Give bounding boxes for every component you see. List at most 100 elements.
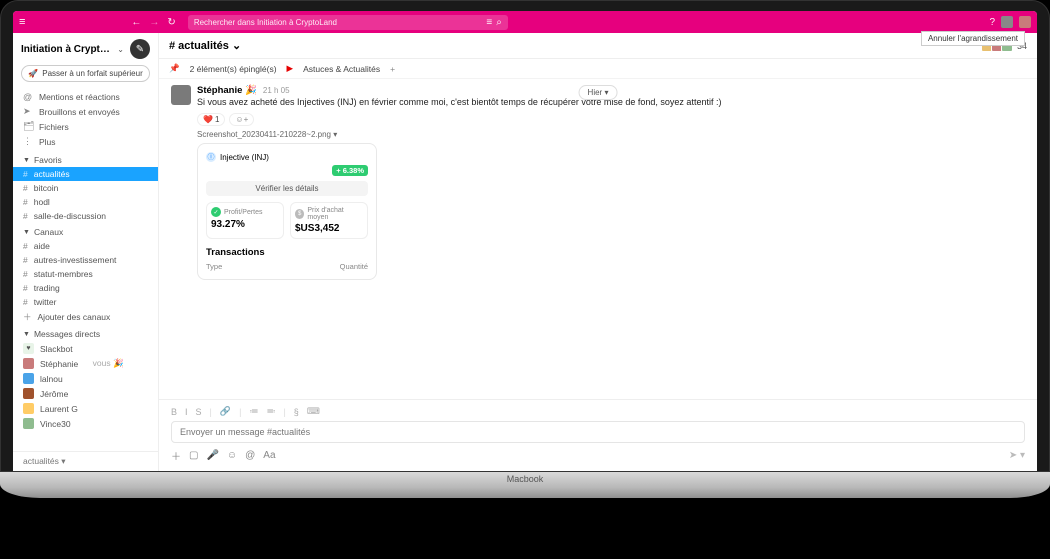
- numlist-button[interactable]: ≕: [266, 406, 275, 417]
- emoji-icon[interactable]: ☺: [227, 450, 237, 461]
- channel-hodl[interactable]: #hodl: [13, 195, 158, 209]
- message: Stéphanie 🎉 21 h 05 Si vous avez acheté …: [171, 85, 1025, 107]
- quote-button[interactable]: §: [294, 407, 299, 417]
- channel-aide[interactable]: #aide: [13, 239, 158, 253]
- dm-avatar: [23, 418, 34, 429]
- message-author[interactable]: Stéphanie 🎉: [197, 85, 257, 96]
- message-input[interactable]: [171, 421, 1025, 443]
- pin-tab[interactable]: Astuces & Actualités: [303, 64, 380, 74]
- stat-avg-price: $Prix d'achat moyen $US3,452: [290, 202, 368, 239]
- nav-label: Mentions et réactions: [39, 92, 120, 102]
- format-toolbar: B I S | 🔗 | ≔ ≕ | § ⌨: [171, 406, 1025, 417]
- add-pin-icon[interactable]: +: [390, 64, 395, 74]
- files-icon: 🗂: [23, 121, 33, 132]
- heart-icon: ❤️: [203, 115, 213, 124]
- stat-profit: ✓Profit/Pertes 93.27%: [206, 202, 284, 239]
- dm-label: Vince30: [40, 419, 71, 429]
- dm-laurent[interactable]: Laurent G: [13, 401, 158, 416]
- history-icon[interactable]: ↻: [167, 17, 175, 28]
- zoom-tooltip: Annuler l'agrandissement: [921, 31, 1025, 46]
- dm-avatar: [23, 403, 34, 414]
- message-composer: B I S | 🔗 | ≔ ≕ | § ⌨: [159, 399, 1037, 471]
- user-avatar[interactable]: [1001, 16, 1013, 28]
- section-favorites[interactable]: ▼Favoris: [13, 151, 158, 167]
- channel-autres[interactable]: #autres-investissement: [13, 253, 158, 267]
- user-avatar-2[interactable]: [1019, 16, 1031, 28]
- search-bar[interactable]: ≡ ⌕: [188, 15, 508, 30]
- hash-icon: #: [23, 255, 28, 265]
- hash-icon: #: [23, 169, 28, 179]
- section-channels[interactable]: ▼Canaux: [13, 223, 158, 239]
- dm-jerome[interactable]: Jérôme: [13, 386, 158, 401]
- nav-mentions[interactable]: @Mentions et réactions: [13, 90, 158, 104]
- channel-bitcoin[interactable]: #bitcoin: [13, 181, 158, 195]
- chevron-down-icon: ⌄: [232, 40, 241, 52]
- add-reaction[interactable]: ☺+: [229, 113, 254, 126]
- attach-icon[interactable]: ＋: [171, 448, 181, 463]
- filter-icon[interactable]: ≡: [486, 17, 492, 28]
- section-label: Favoris: [34, 155, 62, 165]
- upgrade-button[interactable]: 🚀 Passer à un forfait supérieur: [21, 65, 150, 82]
- verify-details-button[interactable]: Vérifier les détails: [206, 181, 368, 196]
- reactions: ❤️1 ☺+: [197, 113, 1025, 126]
- laptop-base: Macbook: [0, 472, 1050, 498]
- attachment-filename[interactable]: Screenshot_20230411-210228~2.png ▾: [197, 130, 1025, 139]
- help-icon[interactable]: ?: [989, 17, 995, 28]
- search-input[interactable]: [194, 18, 483, 27]
- channel-label: bitcoin: [34, 183, 59, 193]
- channel-header: # actualités ⌄ 34: [159, 33, 1037, 59]
- dm-avatar: [23, 358, 34, 369]
- section-dms[interactable]: ▼Messages directs: [13, 325, 158, 341]
- channel-label: actualités: [34, 169, 70, 179]
- dm-suffix: vous 🎉: [93, 358, 124, 369]
- channel-statut[interactable]: #statut-membres: [13, 267, 158, 281]
- pin-icon: 📌: [169, 63, 180, 74]
- compose-button[interactable]: ✎: [130, 39, 150, 59]
- strike-button[interactable]: S: [196, 407, 202, 417]
- channel-label: aide: [34, 241, 50, 251]
- workspace-chevron-icon[interactable]: ⌄: [117, 45, 124, 54]
- dm-slackbot[interactable]: ♥Slackbot: [13, 341, 158, 356]
- add-channel[interactable]: ＋Ajouter des canaux: [13, 309, 158, 325]
- dm-label: Laurent G: [40, 404, 78, 414]
- attachment-preview[interactable]: Ⓘ Injective (INJ) + 6.38% Vérifier les d…: [197, 143, 377, 280]
- dm-label: Jérôme: [40, 389, 68, 399]
- format-icon[interactable]: Aa: [263, 450, 275, 461]
- reaction-heart[interactable]: ❤️1: [197, 113, 225, 126]
- workspace-name[interactable]: Initiation à Crypt…: [21, 44, 111, 55]
- pin-count[interactable]: 2 élément(s) épinglé(s): [190, 64, 277, 74]
- channel-twitter[interactable]: #twitter: [13, 295, 158, 309]
- sidebar-footer[interactable]: actualités ▾: [13, 451, 158, 471]
- top-bar: ≡ ← → ↻ ≡ ⌕ ?: [13, 11, 1037, 33]
- bold-button[interactable]: B: [171, 407, 177, 417]
- search-icon[interactable]: ⌕: [496, 17, 502, 28]
- channel-trading[interactable]: #trading: [13, 281, 158, 295]
- separator: |: [239, 407, 241, 417]
- mention-icon[interactable]: @: [245, 450, 255, 461]
- message-avatar[interactable]: [171, 85, 191, 105]
- forward-icon[interactable]: →: [149, 17, 159, 28]
- plus-icon: ＋: [23, 311, 32, 323]
- message-list[interactable]: Stéphanie 🎉 21 h 05 Si vous avez acheté …: [159, 79, 1037, 399]
- date-divider[interactable]: Hier ▾: [579, 87, 618, 97]
- dm-lalnou[interactable]: lalnou: [13, 371, 158, 386]
- nav-files[interactable]: 🗂 Fichiers: [13, 119, 158, 134]
- nav-drafts[interactable]: ➤Brouillons et envoyés: [13, 104, 158, 119]
- list-button[interactable]: ≔: [249, 406, 258, 417]
- nav-more[interactable]: ⋮Plus: [13, 134, 158, 149]
- back-icon[interactable]: ←: [131, 17, 141, 28]
- mic-icon[interactable]: 🎤: [206, 450, 218, 461]
- channel-actualites[interactable]: # actualités: [13, 167, 158, 181]
- channel-salle[interactable]: #salle-de-discussion: [13, 209, 158, 223]
- nav-label: Fichiers: [39, 122, 69, 132]
- reaction-count: 1: [215, 115, 219, 124]
- dm-vince[interactable]: Vince30: [13, 416, 158, 431]
- menu-icon[interactable]: ≡: [19, 16, 25, 28]
- channel-title[interactable]: # actualités ⌄: [169, 39, 241, 52]
- italic-button[interactable]: I: [185, 407, 188, 417]
- code-button[interactable]: ⌨: [307, 406, 320, 417]
- dm-stephanie[interactable]: Stéphanie vous 🎉: [13, 356, 158, 371]
- send-button[interactable]: ➤ ▾: [1009, 450, 1025, 461]
- video-icon[interactable]: ▢: [189, 450, 198, 461]
- link-button[interactable]: 🔗: [220, 406, 231, 417]
